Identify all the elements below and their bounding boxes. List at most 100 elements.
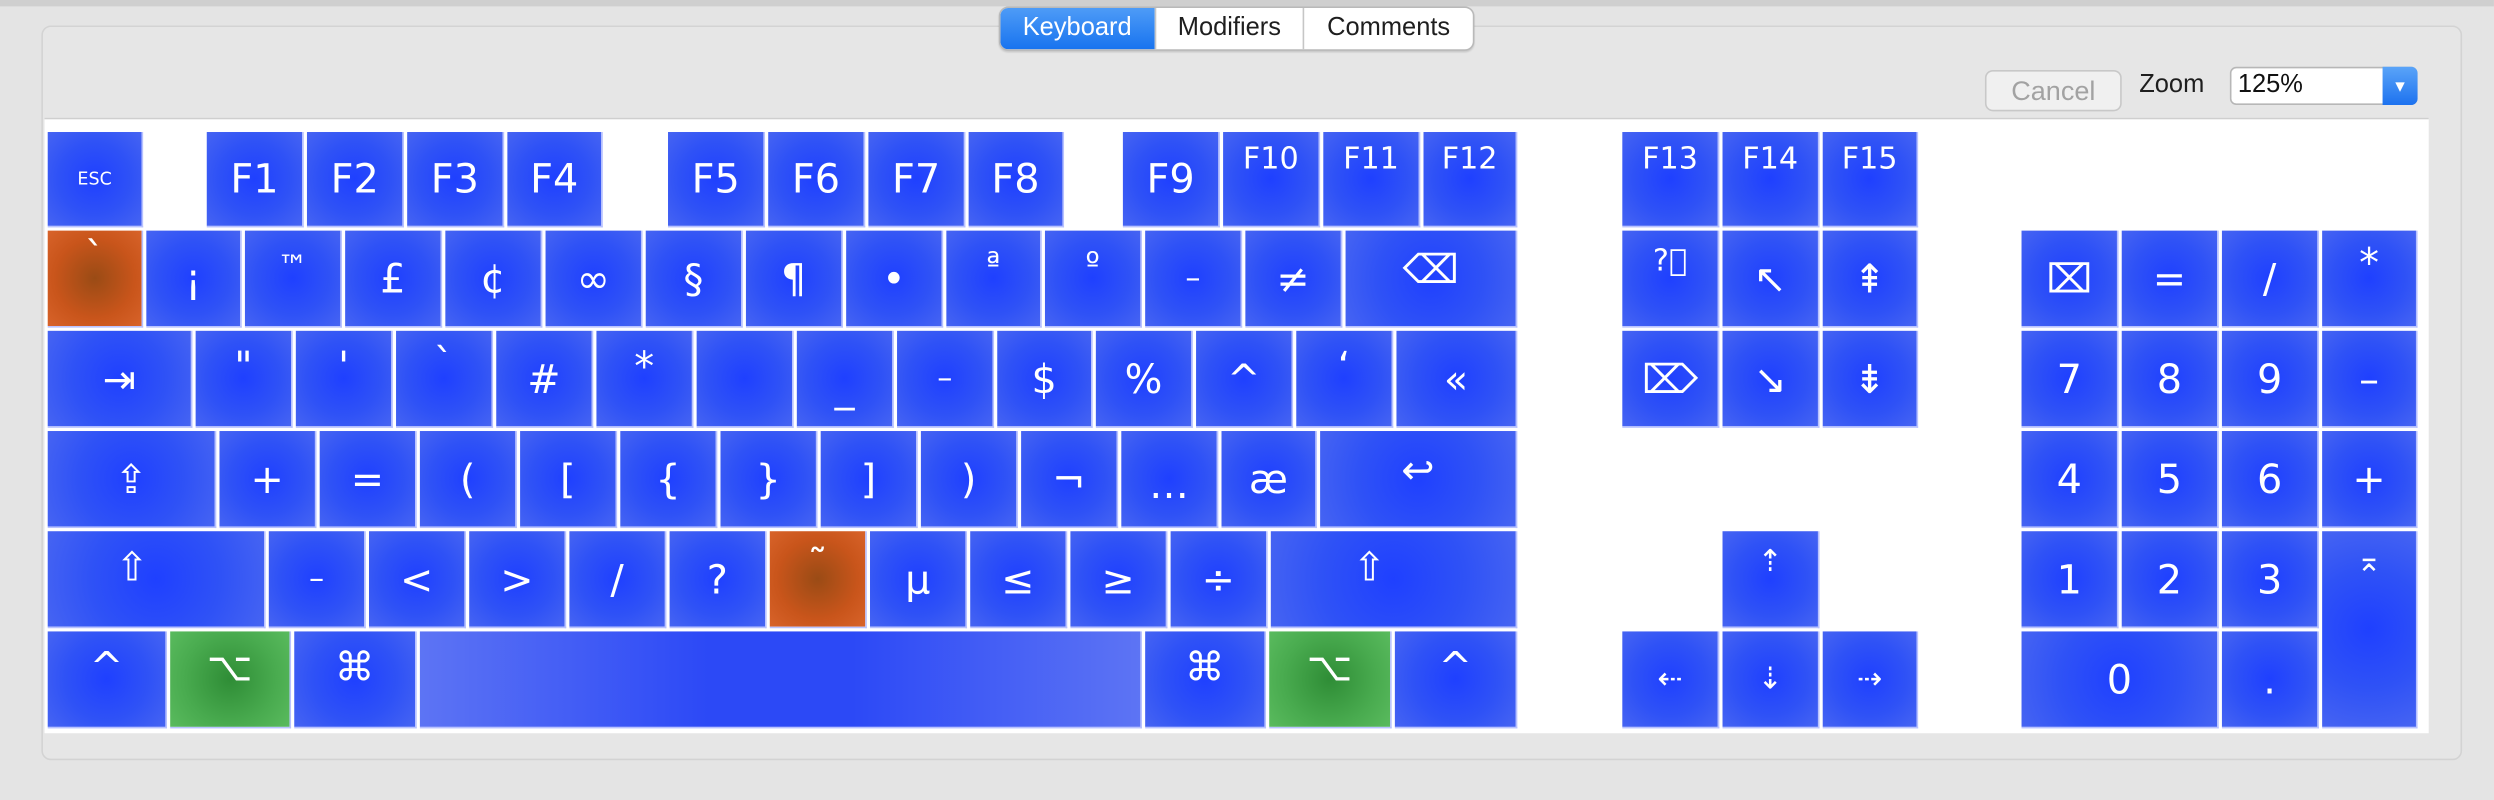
- key-numpad-4[interactable]: 4: [2021, 431, 2119, 529]
- key-esc[interactable]: ESC: [47, 132, 144, 228]
- tab-keyboard[interactable]: Keyboard: [1000, 7, 1154, 50]
- key-forward-delete[interactable]: ⌦: [1622, 330, 1720, 428]
- key-numpad-8[interactable]: 8: [2121, 330, 2219, 428]
- key-numpad-0[interactable]: 0: [2021, 631, 2219, 729]
- key-slash[interactable]: /: [569, 531, 667, 629]
- key-ellipsis[interactable]: …: [1121, 431, 1219, 529]
- key-right-shift[interactable]: ⇧: [1270, 531, 1518, 629]
- key-numpad-slash[interactable]: /: [2221, 230, 2319, 328]
- key-return[interactable]: ↩: [1320, 431, 1518, 529]
- key-caret[interactable]: ^: [1196, 330, 1294, 428]
- key-right-brace[interactable]: }: [720, 431, 818, 529]
- key-numpad-minus[interactable]: –: [2322, 330, 2418, 428]
- key-left-option[interactable]: ⌥: [170, 631, 292, 729]
- key-left-bracket[interactable]: [: [520, 431, 618, 529]
- key-hash[interactable]: #: [496, 330, 594, 428]
- key-arrow-down[interactable]: ⇣: [1722, 631, 1820, 729]
- key-left-shift[interactable]: ⇧: [47, 531, 266, 629]
- key-page-down[interactable]: ⇟: [1822, 330, 1919, 428]
- key-asterisk[interactable]: *: [596, 330, 694, 428]
- key-grave-dead[interactable]: `: [47, 230, 144, 328]
- key-tab[interactable]: ⇥: [47, 330, 193, 428]
- key-numpad-dot[interactable]: .: [2221, 631, 2319, 729]
- key-tilde-dead[interactable]: ˜: [769, 531, 867, 629]
- key-arrow-left[interactable]: ⇠: [1622, 631, 1720, 729]
- key-ae[interactable]: æ: [1221, 431, 1317, 529]
- cancel-button[interactable]: Cancel: [1984, 69, 2122, 112]
- tab-comments[interactable]: Comments: [1303, 7, 1472, 50]
- key-greater-than[interactable]: >: [469, 531, 567, 629]
- key-guillemet[interactable]: «: [1396, 330, 1518, 428]
- key-numpad-enter[interactable]: ⌅: [2322, 531, 2418, 729]
- key-numpad-equals[interactable]: =: [2121, 230, 2219, 328]
- key-equals[interactable]: =: [319, 431, 417, 529]
- key-clear[interactable]: ⌧: [2021, 230, 2119, 328]
- key-numpad-6[interactable]: 6: [2221, 431, 2319, 529]
- key-minus[interactable]: –: [897, 330, 995, 428]
- key-plus[interactable]: +: [219, 431, 317, 529]
- key-ordinal-a[interactable]: ª: [946, 230, 1042, 328]
- key-pound[interactable]: £: [345, 230, 443, 328]
- key-empty[interactable]: [696, 330, 794, 428]
- key-f8[interactable]: F8: [968, 132, 1065, 228]
- key-f15[interactable]: F15: [1822, 132, 1919, 228]
- key-f7[interactable]: F7: [868, 132, 966, 228]
- zoom-select[interactable]: 125% ▾: [2229, 66, 2418, 105]
- key-en-dash[interactable]: –: [1145, 230, 1243, 328]
- key-numpad-3[interactable]: 3: [2221, 531, 2319, 629]
- key-single-quote[interactable]: ': [295, 330, 393, 428]
- key-numpad-5[interactable]: 5: [2121, 431, 2219, 529]
- key-greater-equal[interactable]: ≥: [1070, 531, 1168, 629]
- key-bullet[interactable]: •: [846, 230, 944, 328]
- key-arrow-up[interactable]: ⇡: [1722, 531, 1820, 629]
- key-not-sign[interactable]: ¬: [1021, 431, 1119, 529]
- key-right-paren[interactable]: ): [920, 431, 1018, 529]
- key-f4[interactable]: F4: [507, 132, 603, 228]
- key-f9[interactable]: F9: [1122, 132, 1220, 228]
- key-f1[interactable]: F1: [206, 132, 304, 228]
- key-left-control[interactable]: ^: [47, 631, 168, 729]
- key-right-option[interactable]: ⌥: [1269, 631, 1392, 729]
- key-f10[interactable]: F10: [1223, 132, 1321, 228]
- key-arrow-right[interactable]: ⇢: [1822, 631, 1919, 729]
- key-f12[interactable]: F12: [1423, 132, 1518, 228]
- key-less-equal[interactable]: ≤: [970, 531, 1068, 629]
- key-home[interactable]: ↖: [1722, 230, 1820, 328]
- key-trademark[interactable]: ™: [244, 230, 342, 328]
- key-backtick[interactable]: `: [396, 330, 494, 428]
- key-divide[interactable]: ÷: [1170, 531, 1268, 629]
- key-left-paren[interactable]: (: [419, 431, 517, 529]
- key-left-single-quote[interactable]: ‘: [1296, 330, 1394, 428]
- key-delete[interactable]: ⌫: [1345, 230, 1518, 328]
- key-dollar[interactable]: $: [997, 330, 1093, 428]
- key-right-command[interactable]: ⌘: [1145, 631, 1267, 729]
- key-numpad-plus[interactable]: +: [2322, 431, 2418, 529]
- key-pilcrow[interactable]: ¶: [745, 230, 843, 328]
- key-right-control[interactable]: ^: [1394, 631, 1518, 729]
- key-cent[interactable]: ¢: [445, 230, 543, 328]
- key-numpad-7[interactable]: 7: [2021, 330, 2119, 428]
- key-caps-lock[interactable]: ⇪: [47, 431, 217, 529]
- key-less-than[interactable]: <: [368, 531, 467, 629]
- key-micro[interactable]: µ: [870, 531, 968, 629]
- key-percent[interactable]: %: [1095, 330, 1193, 428]
- key-question[interactable]: ?: [669, 531, 767, 629]
- key-f14[interactable]: F14: [1722, 132, 1820, 228]
- key-ordinal-o[interactable]: º: [1044, 230, 1142, 328]
- key-page-up[interactable]: ⇞: [1822, 230, 1919, 328]
- key-underscore[interactable]: _: [796, 330, 894, 428]
- key-section[interactable]: §: [645, 230, 743, 328]
- key-help[interactable]: ?⃝: [1622, 230, 1720, 328]
- tab-modifiers[interactable]: Modifiers: [1153, 7, 1303, 50]
- key-f5[interactable]: F5: [668, 132, 766, 228]
- key-f11[interactable]: F11: [1323, 132, 1421, 228]
- key-f6[interactable]: F6: [768, 132, 866, 228]
- key-right-bracket[interactable]: ]: [820, 431, 918, 529]
- key-space[interactable]: [419, 631, 1142, 729]
- key-f13[interactable]: F13: [1622, 132, 1720, 228]
- key-numpad-asterisk[interactable]: *: [2322, 230, 2418, 328]
- key-inverted-exclamation[interactable]: ¡: [146, 230, 242, 328]
- key-infinity[interactable]: ∞: [545, 230, 643, 328]
- key-numpad-1[interactable]: 1: [2021, 531, 2119, 629]
- key-not-equal[interactable]: ≠: [1245, 230, 1343, 328]
